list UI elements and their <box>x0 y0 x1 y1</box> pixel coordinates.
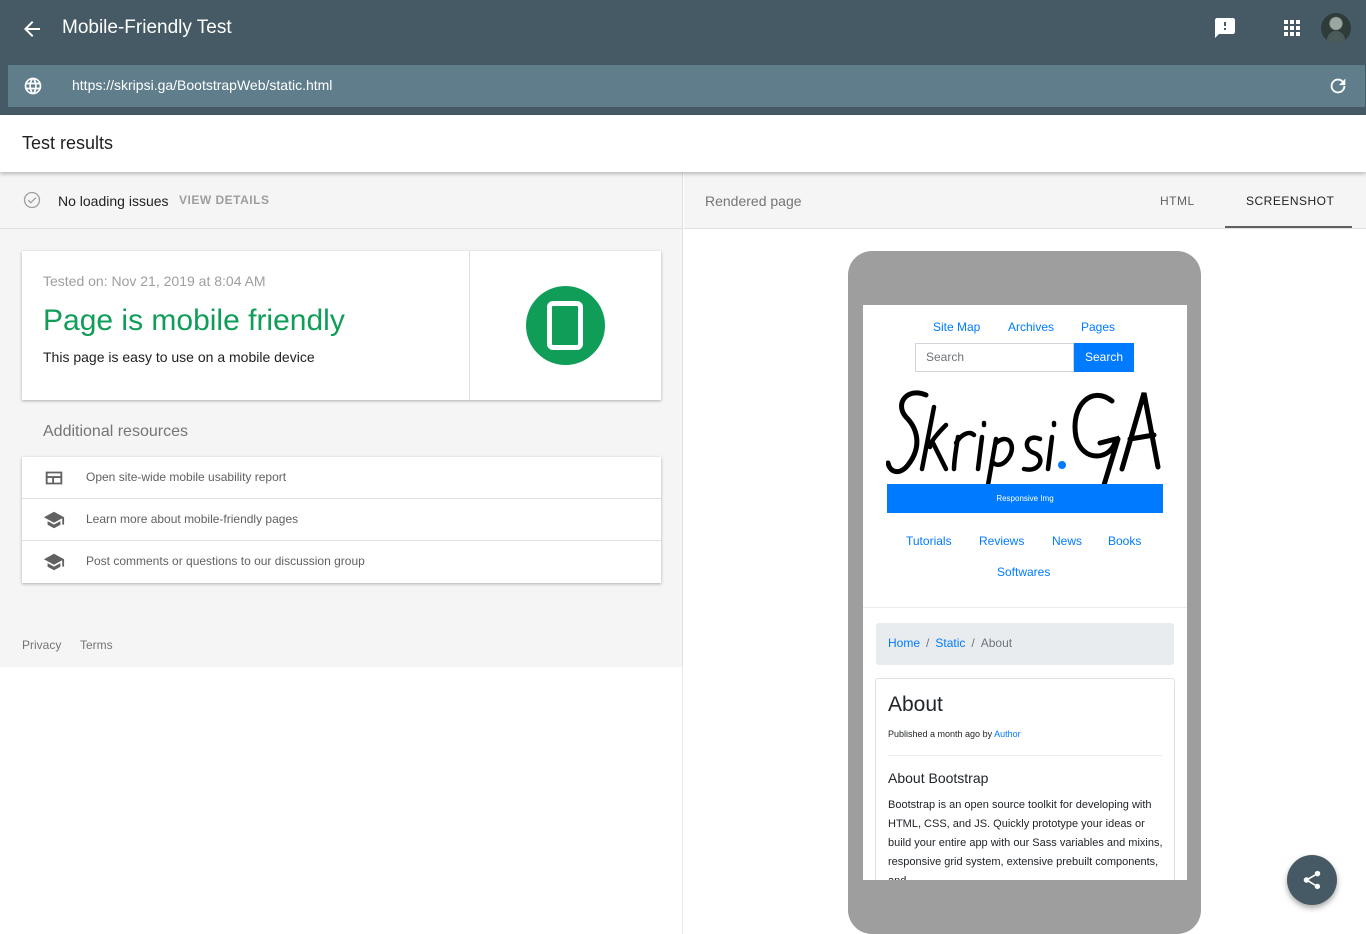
site-nav-tutorials: Tutorials <box>906 534 952 548</box>
resource-label: Post comments or questions to our discus… <box>86 554 365 568</box>
site-logo <box>886 390 1161 487</box>
apps-grid-icon[interactable] <box>1280 16 1304 40</box>
resource-label: Learn more about mobile-friendly pages <box>86 512 299 526</box>
article-divider <box>888 755 1162 756</box>
site-nav-site-map: Site Map <box>933 320 981 334</box>
share-button[interactable] <box>1287 855 1337 905</box>
site-nav-reviews: Reviews <box>979 534 1025 548</box>
avatar[interactable] <box>1321 13 1351 43</box>
site-nav-pages: Pages <box>1081 320 1116 334</box>
breadcrumb-about: About <box>980 636 1013 650</box>
resource-item-discussion-group[interactable]: Post comments or questions to our discus… <box>22 541 661 583</box>
view-details-link[interactable]: VIEW DETAILS <box>179 193 269 207</box>
site-nav-archives: Archives <box>1008 320 1055 334</box>
tab-html[interactable]: HTML <box>1160 194 1195 208</box>
tested-on-date: Tested on: Nov 21, 2019 at 8:04 AM <box>43 273 266 289</box>
resource-item-usability-report[interactable]: Open site-wide mobile usability report <box>22 457 661 499</box>
privacy-link[interactable]: Privacy <box>22 638 61 652</box>
loading-status-row: No loading issues VIEW DETAILS <box>0 172 683 229</box>
breadcrumb-static: Static <box>935 636 966 650</box>
check-circle-icon <box>23 191 41 209</box>
report-icon <box>45 471 63 485</box>
results-header: Test results <box>0 115 1366 172</box>
card-divider <box>469 251 470 400</box>
article-body: Bootstrap is an open source toolkit for … <box>888 799 1163 880</box>
smartphone-icon <box>547 301 583 350</box>
additional-resources-heading: Additional resources <box>43 423 188 440</box>
article-subtitle: About Bootstrap <box>888 770 989 786</box>
article-author: Author <box>994 729 1021 739</box>
site-nav-books: Books <box>1108 534 1142 548</box>
rendered-screenshot: Site Map Archives Pages Search Search Re… <box>863 305 1187 880</box>
verdict-subtitle: This page is easy to use on a mobile dev… <box>43 349 315 365</box>
tab-screenshot[interactable]: SCREENSHOT <box>1246 194 1334 208</box>
globe-icon <box>24 77 42 95</box>
site-article: About Published a month ago by Author Ab… <box>875 678 1175 880</box>
url-bar[interactable]: https://skripsi.ga/BootstrapWeb/static.h… <box>8 65 1365 107</box>
responsive-image-bar: Responsive Img <box>887 484 1163 513</box>
section-divider <box>863 607 1187 608</box>
results-pane: No loading issues VIEW DETAILS Tested on… <box>0 172 683 667</box>
article-title: About <box>888 693 943 716</box>
article-published: Published a month ago by <box>888 729 993 739</box>
terms-link[interactable]: Terms <box>80 638 113 652</box>
feedback-icon[interactable] <box>1213 16 1237 40</box>
result-card: Tested on: Nov 21, 2019 at 8:04 AM Page … <box>22 251 661 400</box>
reload-icon[interactable] <box>1327 75 1349 97</box>
verdict-title: Page is mobile friendly <box>43 304 345 337</box>
rendered-page-header: Rendered page HTML SCREENSHOT <box>684 172 1366 229</box>
app-bar: Mobile-Friendly Test https://skripsi.ga/… <box>0 0 1366 115</box>
breadcrumb-home: Home <box>888 636 921 650</box>
resource-item-learn-more[interactable]: Learn more about mobile-friendly pages <box>22 499 661 541</box>
resources-list: Open site-wide mobile usability report L… <box>22 457 661 583</box>
site-search-button: Search <box>1074 343 1134 372</box>
breadcrumb-separator: / <box>971 636 975 650</box>
mobile-friendly-badge <box>526 286 605 365</box>
url-field[interactable]: https://skripsi.ga/BootstrapWeb/static.h… <box>72 77 332 93</box>
school-icon <box>43 553 65 571</box>
phone-frame: Site Map Archives Pages Search Search Re… <box>848 251 1201 934</box>
resource-label: Open site-wide mobile usability report <box>86 470 287 484</box>
breadcrumb-separator: / <box>926 636 930 650</box>
article-meta: Published a month ago by Author <box>888 729 1021 739</box>
site-nav-softwares: Softwares <box>997 565 1051 579</box>
page-title: Mobile-Friendly Test <box>62 17 232 38</box>
back-arrow-icon[interactable] <box>20 17 44 41</box>
share-icon <box>1303 870 1321 890</box>
site-search-input: Search <box>915 343 1074 372</box>
results-pane-blank <box>0 667 683 934</box>
site-nav-news: News <box>1052 534 1083 548</box>
loading-status-text: No loading issues <box>58 193 169 209</box>
site-breadcrumb: Home / Static / About <box>876 623 1174 665</box>
rendered-page-label: Rendered page <box>705 193 802 209</box>
school-icon <box>43 511 65 529</box>
active-tab-indicator <box>1225 226 1352 228</box>
results-title: Test results <box>22 133 114 153</box>
